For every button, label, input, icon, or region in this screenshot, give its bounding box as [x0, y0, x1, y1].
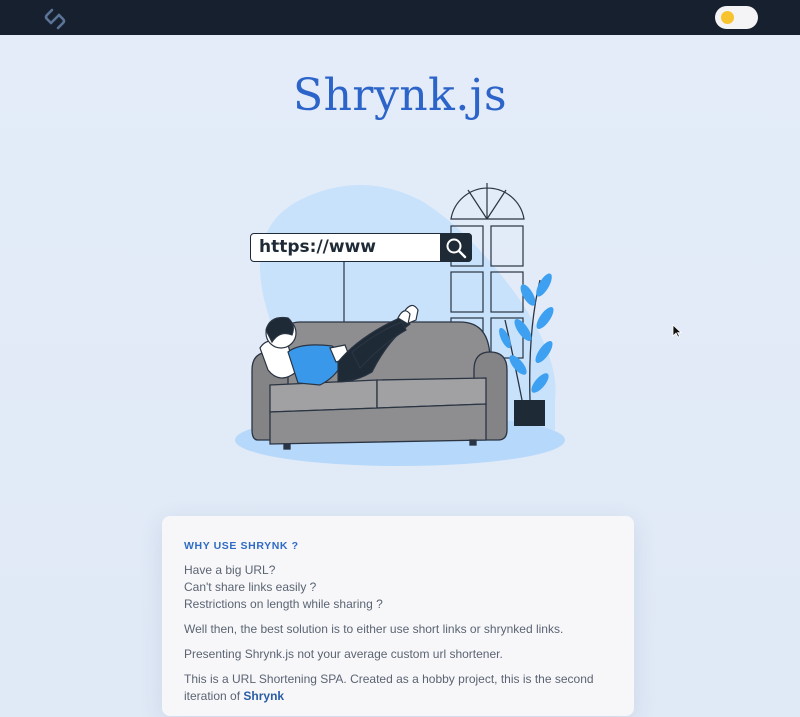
question-item: Can't share links easily ?	[184, 580, 317, 594]
page-title: Shrynk.js	[292, 70, 508, 121]
theme-toggle[interactable]	[715, 6, 758, 29]
presenting-text: Presenting Shrynk.js not your average cu…	[184, 647, 503, 661]
question-list: Have a big URL? Can't share links easily…	[184, 562, 612, 613]
url-text: https://www	[259, 237, 376, 257]
top-navbar	[0, 0, 800, 36]
shrynk-link[interactable]: Shrynk	[243, 689, 284, 703]
link-icon[interactable]	[42, 6, 68, 32]
hero-illustration	[235, 183, 565, 466]
question-item: Have a big URL?	[184, 563, 276, 577]
why-use-card: WHY USE SHRYNK ? Have a big URL? Can't s…	[162, 516, 634, 716]
card-heading: WHY USE SHRYNK ?	[184, 540, 299, 552]
about-text: This is a URL Shortening SPA. Created as…	[184, 671, 612, 705]
solution-text: Well then, the best solution is to eithe…	[184, 622, 564, 636]
url-bar-illustration: https://www	[250, 233, 472, 262]
search-icon	[440, 233, 472, 262]
mouse-cursor-icon	[672, 324, 682, 338]
sun-icon	[721, 11, 734, 24]
question-item: Restrictions on length while sharing ?	[184, 597, 383, 611]
